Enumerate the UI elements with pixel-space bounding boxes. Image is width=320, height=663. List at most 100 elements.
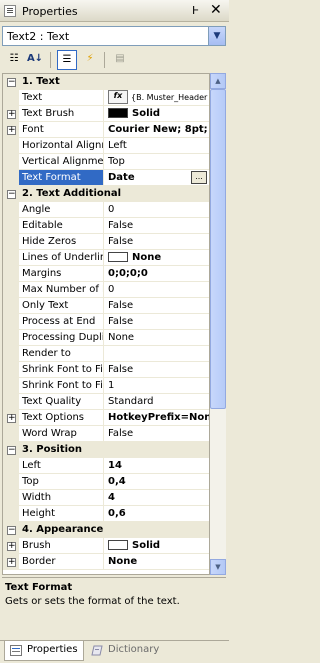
property-value[interactable]: Solid — [104, 106, 209, 122]
property-name: Hide Zeros — [19, 234, 104, 250]
property-value-text: False — [108, 428, 134, 439]
property-value-text: 14 — [108, 460, 122, 471]
chevron-down-icon[interactable]: ▼ — [208, 27, 225, 45]
property-row[interactable]: Text Format Date... — [3, 170, 209, 186]
property-value-text: False — [108, 316, 134, 327]
toolbar-separator — [104, 52, 105, 68]
property-name: Brush — [19, 538, 104, 554]
property-row[interactable]: Top 0,4 — [3, 474, 209, 490]
close-icon[interactable]: ✕ — [210, 2, 222, 18]
color-swatch — [108, 108, 128, 118]
ellipsis-button[interactable]: ... — [191, 171, 207, 184]
collapse-icon[interactable]: − — [7, 190, 16, 199]
property-value[interactable]: Left — [104, 138, 209, 154]
property-value[interactable]: False — [104, 218, 209, 234]
alphabetical-icon: A↓ — [26, 53, 44, 64]
property-value[interactable]: False — [104, 298, 209, 314]
scroll-down-icon[interactable]: ▼ — [210, 559, 226, 575]
property-row[interactable]: Lines of Underline None — [3, 250, 209, 266]
property-row[interactable]: Process at End False — [3, 314, 209, 330]
property-row[interactable]: Hide Zeros False — [3, 234, 209, 250]
category-row[interactable]: −2. Text Additional — [3, 186, 209, 202]
expand-icon[interactable]: + — [7, 542, 16, 551]
property-value[interactable]: HotkeyPrefix=None — [104, 410, 209, 426]
collapse-icon[interactable]: − — [7, 446, 16, 455]
property-row[interactable]: Left 14 — [3, 458, 209, 474]
expand-icon[interactable]: + — [7, 126, 16, 135]
category-row[interactable]: −1. Text — [3, 74, 209, 90]
property-row[interactable]: Text fx {B. Muster_Header — [3, 90, 209, 106]
property-value[interactable]: False — [104, 362, 209, 378]
pin-icon[interactable]: Ⱶ — [192, 4, 199, 17]
property-value[interactable]: 0,4 — [104, 474, 209, 490]
property-value[interactable]: Courier New; 8pt; — [104, 122, 209, 138]
property-value[interactable]: False — [104, 314, 209, 330]
property-row[interactable]: Angle 0 — [3, 202, 209, 218]
property-row[interactable]: Horizontal Alignment Left — [3, 138, 209, 154]
property-row[interactable]: Shrink Font to Fit Minimum 1 — [3, 378, 209, 394]
property-value[interactable]: 0 — [104, 282, 209, 298]
property-pages-button[interactable]: ▤ — [110, 50, 130, 70]
object-selector[interactable]: Text2 : Text ▼ — [2, 26, 226, 46]
tab-dictionary[interactable]: Dictionary — [86, 641, 178, 661]
property-value[interactable]: 14 — [104, 458, 209, 474]
property-row[interactable]: Editable False — [3, 218, 209, 234]
property-row[interactable]: + Brush Solid — [3, 538, 209, 554]
property-row[interactable]: Only Text False — [3, 298, 209, 314]
property-row[interactable]: Width 4 — [3, 490, 209, 506]
property-row[interactable]: Processing Duplicates None — [3, 330, 209, 346]
property-row[interactable]: Margins 0;0;0;0 — [3, 266, 209, 282]
property-value[interactable]: Date... — [104, 170, 209, 186]
collapse-icon[interactable]: − — [7, 526, 16, 535]
tab-dictionary-label: Dictionary — [108, 644, 160, 655]
property-row[interactable]: Shrink Font to Fit False — [3, 362, 209, 378]
row-gutter — [3, 234, 19, 250]
property-value[interactable]: 0;0;0;0 — [104, 266, 209, 282]
property-row[interactable]: Max Number of Lines 0 — [3, 282, 209, 298]
property-value[interactable]: 0 — [104, 202, 209, 218]
property-row[interactable]: + Text Brush Solid — [3, 106, 209, 122]
property-value[interactable]: 0,6 — [104, 506, 209, 522]
property-value[interactable]: 1 — [104, 378, 209, 394]
property-value-text: 4 — [108, 492, 115, 503]
property-value[interactable]: None — [104, 554, 209, 570]
property-row[interactable]: Render to — [3, 346, 209, 362]
events-button[interactable]: ⚡ — [80, 50, 100, 70]
property-name: Word Wrap — [19, 426, 104, 442]
property-row[interactable]: + Text Options HotkeyPrefix=None — [3, 410, 209, 426]
grid-scrollbar[interactable]: ▲ ▼ — [210, 73, 226, 575]
row-gutter — [3, 362, 19, 378]
collapse-icon[interactable]: − — [7, 78, 16, 87]
property-value[interactable]: Solid — [104, 538, 209, 554]
tab-properties[interactable]: Properties — [4, 641, 84, 661]
expand-icon[interactable]: + — [7, 558, 16, 567]
property-value[interactable]: Top — [104, 154, 209, 170]
properties-button[interactable]: ☰ — [57, 50, 77, 70]
property-row[interactable]: Height 0,6 — [3, 506, 209, 522]
expand-icon[interactable]: + — [7, 414, 16, 423]
property-row[interactable]: Vertical Alignment Top — [3, 154, 209, 170]
alphabetical-button[interactable]: A↓ — [25, 50, 45, 70]
expand-icon[interactable]: + — [7, 110, 16, 119]
property-name: Shrink Font to Fit Minimum — [19, 378, 104, 394]
title-bar: Properties Ⱶ ✕ — [0, 0, 229, 22]
property-value[interactable]: None — [104, 330, 209, 346]
property-row[interactable]: + Font Courier New; 8pt; — [3, 122, 209, 138]
property-value-text: Date — [108, 172, 135, 183]
property-row[interactable]: + Border None — [3, 554, 209, 570]
scroll-up-icon[interactable]: ▲ — [210, 73, 226, 89]
scroll-thumb[interactable] — [210, 89, 226, 409]
category-row[interactable]: −4. Appearance — [3, 522, 209, 538]
property-value[interactable]: False — [104, 426, 209, 442]
property-value[interactable]: False — [104, 234, 209, 250]
property-row[interactable]: Word Wrap False — [3, 426, 209, 442]
property-value[interactable]: 4 — [104, 490, 209, 506]
property-value[interactable] — [104, 346, 209, 362]
property-value[interactable]: fx {B. Muster_Header — [104, 90, 209, 106]
property-value[interactable]: None — [104, 250, 209, 266]
categorized-button[interactable]: ☷ — [4, 50, 24, 70]
property-value[interactable]: Standard — [104, 394, 209, 410]
property-row[interactable]: Text Quality Standard — [3, 394, 209, 410]
category-row[interactable]: −3. Position — [3, 442, 209, 458]
property-value-text: 0;0;0;0 — [108, 268, 148, 279]
